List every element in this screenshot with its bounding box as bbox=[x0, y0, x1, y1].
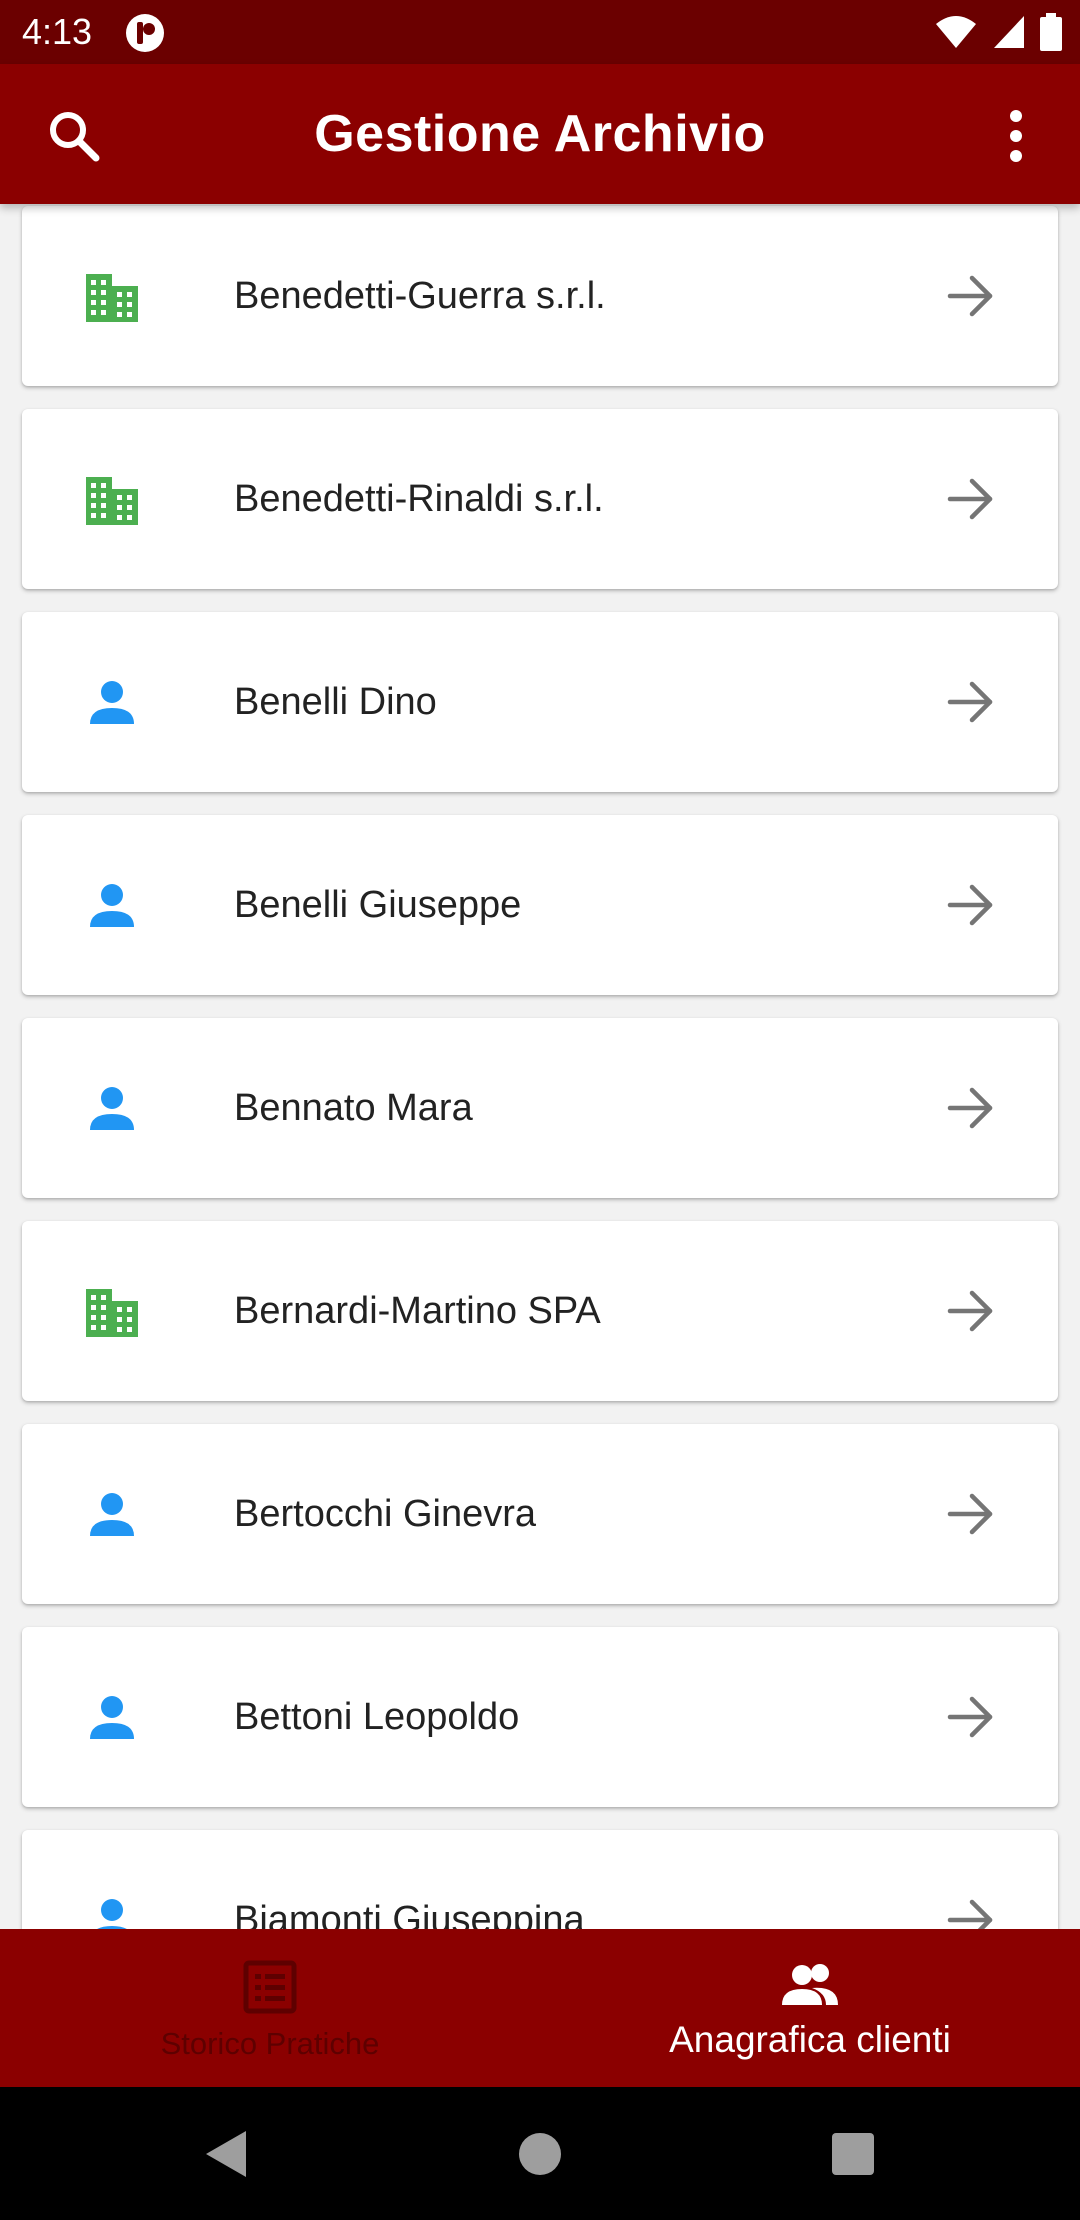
app-bar: Gestione Archivio bbox=[0, 64, 1080, 204]
person-icon bbox=[90, 1696, 134, 1739]
building-icon bbox=[86, 274, 138, 322]
status-bar: 4:13 bbox=[0, 0, 1080, 64]
person-icon bbox=[90, 884, 134, 927]
arrow-forward-icon[interactable] bbox=[946, 881, 996, 929]
bottom-navigation: Storico Pratiche Anagrafica clienti bbox=[0, 1929, 1080, 2087]
person-icon bbox=[90, 1493, 134, 1536]
app-notification-icon bbox=[126, 14, 164, 52]
home-icon[interactable] bbox=[513, 2127, 567, 2181]
system-navigation-bar bbox=[0, 2087, 1080, 2220]
client-name: Bettoni Leopoldo bbox=[234, 1696, 520, 1738]
building-icon bbox=[86, 477, 138, 525]
client-list-item[interactable]: Benelli Dino bbox=[22, 612, 1058, 792]
person-icon bbox=[90, 1087, 134, 1130]
people-icon bbox=[782, 1964, 838, 2005]
arrow-forward-icon[interactable] bbox=[946, 1084, 996, 1132]
client-name: Bennato Mara bbox=[234, 1087, 473, 1129]
client-list[interactable]: Benedetti-Guerra s.r.l. Benedetti-Rinaldi… bbox=[0, 204, 1080, 1929]
arrow-forward-icon[interactable] bbox=[946, 1287, 996, 1335]
client-list-item[interactable]: Benedetti-Rinaldi s.r.l. bbox=[22, 409, 1058, 589]
more-vert-icon[interactable] bbox=[996, 108, 1036, 164]
tab-anagrafica-clienti[interactable]: Anagrafica clienti bbox=[540, 1929, 1080, 2087]
signal-icon bbox=[994, 16, 1024, 48]
client-name: Benedetti-Rinaldi s.r.l. bbox=[234, 478, 604, 520]
arrow-forward-icon[interactable] bbox=[946, 1490, 996, 1538]
client-name: Bernardi-Martino SPA bbox=[234, 1290, 601, 1332]
client-list-item[interactable]: Bennato Mara bbox=[22, 1018, 1058, 1198]
client-name: Benelli Giuseppe bbox=[234, 884, 522, 926]
client-list-item[interactable]: Benedetti-Guerra s.r.l. bbox=[22, 206, 1058, 386]
arrow-forward-icon[interactable] bbox=[946, 678, 996, 726]
status-icons bbox=[934, 12, 1062, 52]
person-icon bbox=[90, 681, 134, 724]
arrow-forward-icon[interactable] bbox=[946, 272, 996, 320]
client-name: Bertocchi Ginevra bbox=[234, 1493, 537, 1535]
client-list-item[interactable]: Bertocchi Ginevra bbox=[22, 1424, 1058, 1604]
client-list-item[interactable]: Bernardi-Martino SPA bbox=[22, 1221, 1058, 1401]
client-list-item[interactable]: Biamonti Giuseppina bbox=[22, 1830, 1058, 1929]
client-list-item[interactable]: Benelli Giuseppe bbox=[22, 815, 1058, 995]
tab-anagrafica-clienti-label: Anagrafica clienti bbox=[669, 2019, 951, 2060]
arrow-forward-icon[interactable] bbox=[946, 1896, 996, 1929]
client-name: Benedetti-Guerra s.r.l. bbox=[234, 275, 606, 317]
battery-icon bbox=[1040, 13, 1062, 51]
page-title: Gestione Archivio bbox=[314, 105, 766, 163]
arrow-forward-icon[interactable] bbox=[946, 1693, 996, 1741]
wifi-icon bbox=[936, 16, 976, 48]
client-name: Benelli Dino bbox=[234, 681, 437, 723]
back-icon[interactable] bbox=[200, 2127, 254, 2181]
tab-storico-pratiche-label: Storico Pratiche bbox=[160, 2026, 380, 2061]
building-icon bbox=[86, 1289, 138, 1337]
client-list-item[interactable]: Bettoni Leopoldo bbox=[22, 1627, 1058, 1807]
status-time: 4:13 bbox=[22, 11, 93, 52]
arrow-forward-icon[interactable] bbox=[946, 475, 996, 523]
client-name: Biamonti Giuseppina bbox=[234, 1899, 585, 1929]
recents-icon[interactable] bbox=[826, 2127, 880, 2181]
list-alt-icon bbox=[243, 1960, 297, 2014]
person-icon bbox=[97, 1899, 127, 1929]
tab-storico-pratiche[interactable]: Storico Pratiche bbox=[0, 1929, 540, 2087]
